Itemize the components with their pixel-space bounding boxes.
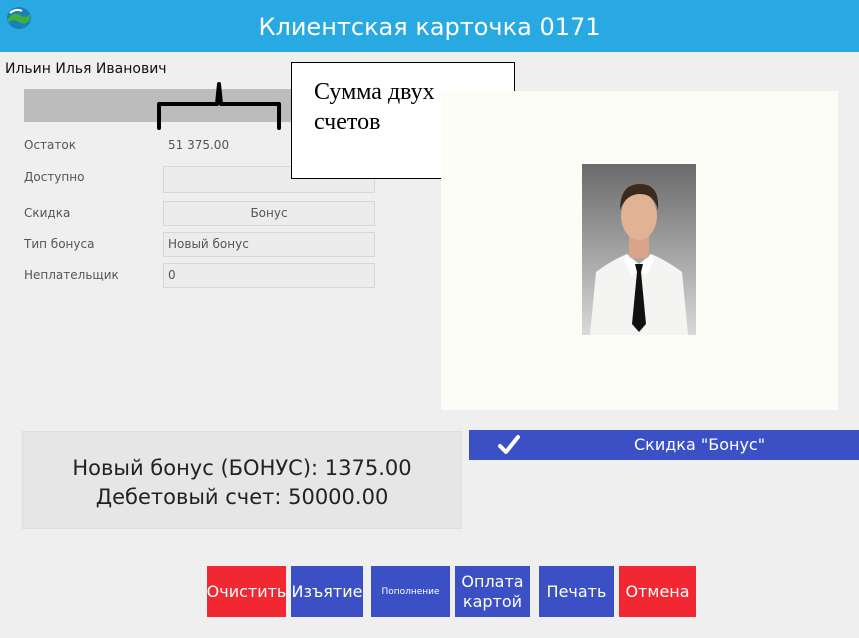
print-button[interactable]: Печать <box>539 566 614 617</box>
curly-bracket-annotation <box>157 82 281 130</box>
available-label: Доступно <box>24 170 85 184</box>
balance-label: Остаток <box>24 138 76 152</box>
discount-label: Скидка <box>24 206 71 220</box>
clear-button[interactable]: Очистить <box>207 566 286 617</box>
bonus-type-label: Тип бонуса <box>24 237 95 251</box>
non-payer-field[interactable]: 0 <box>163 263 375 288</box>
withdraw-button[interactable]: Изъятие <box>291 566 363 617</box>
client-photo <box>582 164 696 335</box>
client-name: Ильин Илья Иванович <box>5 61 167 77</box>
cancel-button[interactable]: Отмена <box>619 566 696 617</box>
non-payer-label: Неплательщик <box>24 268 119 282</box>
bonus-type-field[interactable]: Новый бонус <box>163 232 375 257</box>
title-bar: Клиентская карточка 0171 <box>0 0 859 52</box>
bonus-summary-line: Новый бонус (БОНУС): 1375.00 <box>72 456 412 480</box>
discount-bar-label: Скидка "Бонус" <box>634 435 766 454</box>
discount-selected-bar[interactable]: Скидка "Бонус" <box>469 430 859 460</box>
window-title: Клиентская карточка 0171 <box>258 13 601 41</box>
pay-by-card-button[interactable]: Оплата картой <box>455 566 530 617</box>
pay-by-card-line-1: Оплата <box>461 571 524 591</box>
pay-by-card-line-2: картой <box>462 591 523 611</box>
balance-summary-panel: Новый бонус (БОНУС): 1375.00 Дебетовый с… <box>22 431 462 529</box>
debit-summary-line: Дебетовый счет: 50000.00 <box>95 485 389 509</box>
topup-button[interactable]: Пополнение <box>371 566 450 617</box>
check-icon <box>498 435 520 454</box>
discount-field[interactable]: Бонус <box>163 201 375 226</box>
